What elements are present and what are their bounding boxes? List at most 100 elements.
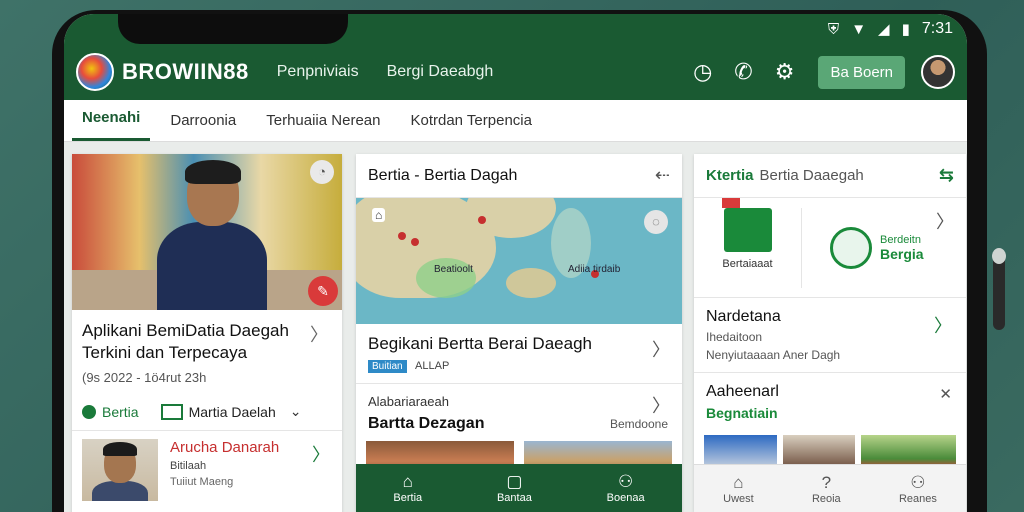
partner-logo-2-title: Berdeitn	[880, 233, 921, 246]
map-image[interactable]: Beatioolt Adiia tirdaib ⌂ ◌	[356, 198, 682, 324]
chevron-right-icon[interactable]: 〉	[934, 312, 952, 338]
nav-item-3-label: Reanes	[898, 492, 937, 505]
play-icon[interactable]: ✎	[308, 276, 338, 306]
tab-3[interactable]: Terhuaiia Nerean	[256, 112, 390, 141]
card-title[interactable]: Aplikani BemiDatia Daegah Terkini dan Te…	[72, 310, 342, 364]
clock-icon[interactable]: ◷	[693, 59, 712, 85]
card-title-line1: Aplikani BemiDatia Daegah	[82, 321, 289, 340]
card-actions: Bertia Martia Daelah ⌄	[72, 385, 342, 431]
nav-chat[interactable]: ▢ Bantaa	[497, 472, 532, 504]
nav-home[interactable]: ⌂ Bertia	[393, 472, 422, 504]
nav-item-1-label: Uwest	[723, 492, 754, 505]
action-button[interactable]: Ba Boern	[818, 55, 905, 89]
nav-link-2[interactable]: Bergi Daeabgh	[387, 63, 494, 81]
list-item[interactable]: Arucha Danarah Bitilaah Tuiiut Maeng 〉	[72, 431, 342, 509]
gear-icon[interactable]: ⚙	[775, 59, 795, 85]
avatar[interactable]	[921, 55, 955, 89]
chevron-right-icon[interactable]: 〉	[312, 441, 330, 467]
bottom-nav-secondary: ⌂ Uwest ? Reoia ⚇ Reanes	[694, 464, 966, 512]
help-icon: ?	[821, 472, 832, 492]
nav-link-1[interactable]: Penpniviais	[277, 63, 359, 81]
hero-image[interactable]: ◔ ✎	[72, 154, 342, 310]
list-item-sub: Bitilaah	[170, 460, 207, 472]
back-arrow-icon[interactable]: ⇠	[655, 165, 670, 186]
map-label-2: Adiia tirdaib	[568, 264, 621, 275]
list-item-sub2: Nenyiutaaaan Aner Dagh	[706, 348, 841, 362]
article-kicker: Alabariaraeah	[368, 394, 449, 409]
green-dot-icon	[82, 404, 96, 419]
list-item-title: Aaheenarl	[706, 383, 779, 400]
logo-image	[830, 226, 872, 269]
category-tag[interactable]: Buitian	[368, 360, 407, 373]
home-map-icon[interactable]: ⌂	[372, 208, 386, 222]
nav-item-1[interactable]: ⌂ Uwest	[723, 473, 754, 505]
signal-icon: ◢	[878, 21, 890, 38]
thumbnail-image	[82, 439, 158, 501]
nav-chat-label: Bantaa	[496, 492, 532, 504]
card-date: (9s 2022 - 1ö4rut 23h	[82, 370, 207, 385]
shield-icon: ⛨	[827, 20, 840, 38]
tab-1[interactable]: Neenahi	[72, 109, 151, 141]
filter-icon[interactable]: ⇆	[939, 165, 954, 186]
news-card-main[interactable]: ◔ ✎ Aplikani BemiDatia Daegah Terkini da…	[72, 154, 342, 512]
card-title-line2: Terkini dan Terpecaya	[82, 343, 248, 362]
bookmark-icon[interactable]: ◔	[310, 160, 334, 184]
profile-icon: ⚇	[910, 472, 926, 492]
news-card-map[interactable]: Bertia - Bertia Dagah ⇠ Beatioolt Adiia …	[356, 154, 682, 512]
tab-2[interactable]: Darroonia	[160, 112, 246, 141]
article-meta: Bemdoone	[609, 417, 668, 431]
profile-icon: ⚇	[618, 472, 634, 491]
bottom-nav: ⌂ Bertia ▢ Bantaa ⚇ Boenaa	[356, 464, 682, 512]
tab-4[interactable]: Kotrdan Terpencia	[400, 112, 541, 141]
map-label-1: Beatioolt	[434, 264, 473, 275]
news-card-side[interactable]: Ktertia Bertia Daaegah ⇆ Bertaiaaat Berd…	[694, 154, 966, 512]
brand-name[interactable]: BROWIIN88	[122, 59, 249, 85]
app-screen: ⛨ ▼ ◢ ▮ 7:31 BROWIIN88 Penpniviais Bergi…	[64, 14, 967, 512]
chevron-right-icon[interactable]: 〉	[652, 392, 670, 418]
nav-profile[interactable]: ⚇ Boenaa	[607, 472, 645, 504]
chevron-down-icon[interactable]: ⌄	[290, 403, 302, 420]
partner-logo-2-sub: Bergia	[880, 245, 924, 262]
home-icon: ⌂	[402, 472, 413, 491]
battery-icon: ▮	[901, 21, 910, 38]
chevron-right-icon[interactable]: 〉	[936, 208, 954, 234]
article-item-2[interactable]: Alabariaraeah Bartta Dezagan 〉 Bemdoone	[356, 384, 682, 441]
section-subtitle: Bertia Daaegah	[759, 167, 864, 184]
phone-notch	[118, 14, 348, 44]
location-icon[interactable]: ◌	[644, 210, 668, 234]
main-content: ◔ ✎ Aplikani BemiDatia Daegah Terkini da…	[64, 142, 967, 512]
list-item-title: Nardetana	[706, 308, 781, 325]
logo-image	[721, 197, 772, 252]
nav-item-3[interactable]: ⚇ Reanes	[899, 473, 937, 505]
partner-logos: Bertaiaaat Berdeitn Bergia 〉	[694, 197, 966, 298]
nav-item-2[interactable]: ? Reoia	[812, 473, 841, 505]
article-title: Begikani Bertta Berai Daeagh	[368, 334, 592, 353]
list-item[interactable]: Nardetana Ihedaitoon Nenyiutaaaan Aner D…	[694, 298, 966, 373]
chat-icon: ▢	[506, 472, 523, 491]
partner-logo-1[interactable]: Bertaiaaat	[694, 197, 802, 288]
tag-secondary: ALLAP	[415, 360, 450, 372]
nav-item-2-label: Reoia	[811, 492, 841, 505]
wifi-icon: ▼	[851, 20, 867, 38]
list-item-2[interactable]: Aaheenarl Begnatiain ✕	[694, 373, 966, 431]
action-martia[interactable]: Martia Daelah	[189, 404, 276, 420]
list-item-sub: Ihedaitoon	[706, 330, 763, 344]
home-icon: ⌂	[733, 472, 744, 492]
article-item[interactable]: Begikani Bertta Berai Daeagh Buitian ALL…	[356, 324, 682, 384]
app-logo[interactable]	[76, 53, 114, 91]
nav-home-label: Bertia	[393, 492, 423, 504]
section-header: Ktertia Bertia Daaegah ⇆	[694, 154, 966, 198]
section-title: Bertia - Bertia Dagah	[368, 166, 518, 184]
phone-side-button-highlight	[992, 248, 1006, 264]
chevron-right-icon[interactable]: 〉	[310, 324, 328, 346]
list-item-category: Begnatiain	[706, 405, 778, 421]
action-bertia[interactable]: Bertia	[102, 404, 139, 420]
chevron-right-icon[interactable]: 〉	[652, 336, 670, 362]
tab-bar: Neenahi Darroonia Terhuaiia Nerean Kotrd…	[64, 100, 967, 142]
close-icon[interactable]: ✕	[939, 385, 952, 403]
list-item-sub2: Tuiiut Maeng	[170, 476, 234, 488]
partner-logo-2[interactable]: Berdeitn Bergia	[830, 226, 924, 269]
status-time: 7:31	[921, 20, 953, 37]
section-title: Ktertia	[706, 167, 754, 184]
phone-icon[interactable]: ✆	[734, 59, 752, 85]
